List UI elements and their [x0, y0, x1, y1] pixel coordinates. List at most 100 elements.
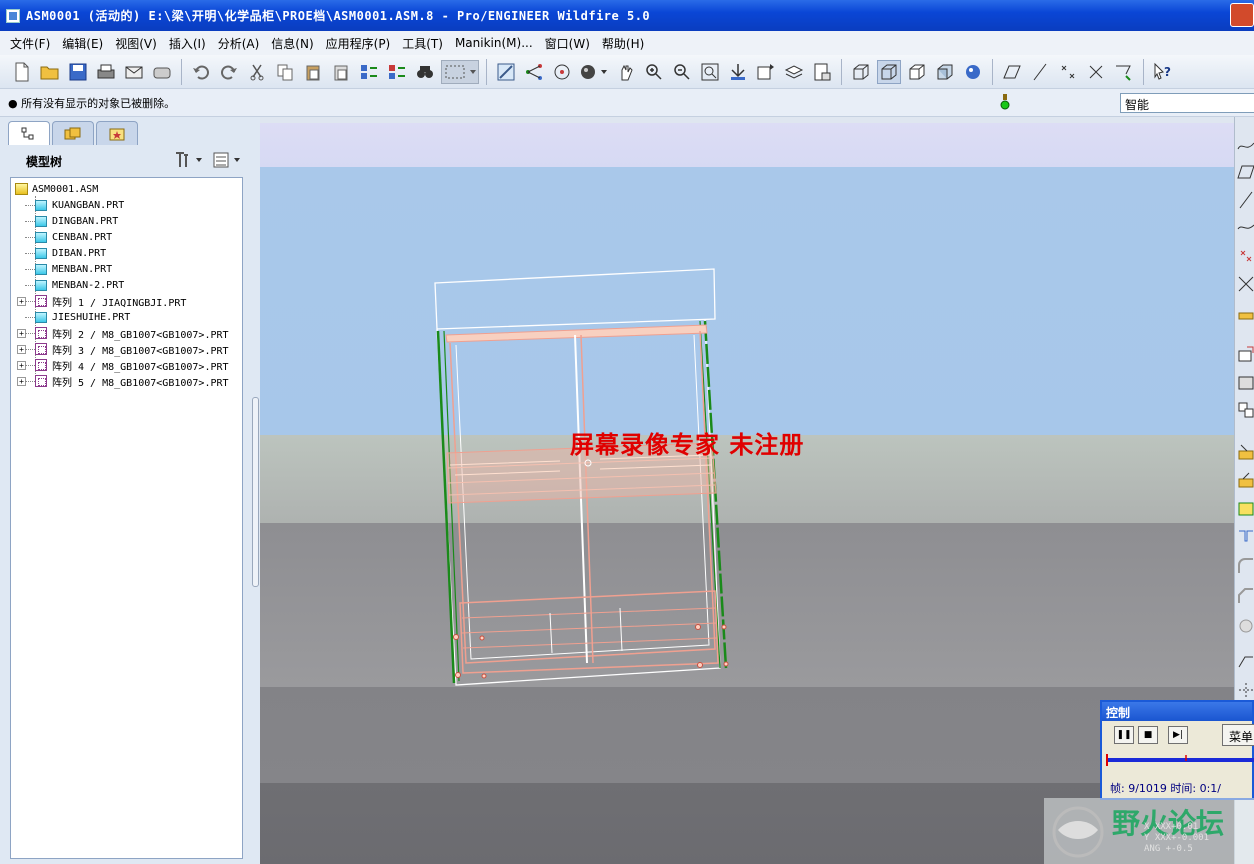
tree-settings-icon[interactable]	[174, 151, 204, 172]
spin-center-icon[interactable]	[550, 60, 574, 84]
shading-icon[interactable]	[933, 60, 957, 84]
refit-icon[interactable]	[698, 60, 722, 84]
layers-icon[interactable]	[782, 60, 806, 84]
save-icon[interactable]	[66, 60, 90, 84]
view-manager-icon[interactable]	[810, 60, 834, 84]
create-component-icon[interactable]	[1237, 373, 1254, 391]
playback-progress-track[interactable]	[1106, 754, 1254, 766]
tree-root-row[interactable]: ASM0001.ASM	[11, 181, 242, 197]
tree-item[interactable]: JIESHUIHE.PRT	[11, 309, 242, 325]
menu-manikin[interactable]: Manikin(M)...	[449, 36, 539, 50]
menu-analysis[interactable]: 分析(A)	[212, 35, 266, 52]
mirror-feature-icon[interactable]	[1237, 681, 1254, 699]
context-help-icon[interactable]: ?	[1151, 60, 1175, 84]
paste-special-icon[interactable]	[329, 60, 353, 84]
tab-folder-browser[interactable]	[52, 121, 94, 145]
menu-tools[interactable]: 工具(T)	[396, 35, 449, 52]
pattern-feature-icon[interactable]	[1237, 653, 1254, 671]
regenerate-manager-icon[interactable]	[385, 60, 409, 84]
assemble-component-icon[interactable]	[1237, 345, 1254, 363]
close-window-button[interactable]	[1230, 3, 1254, 27]
menu-window[interactable]: 窗口(W)	[539, 35, 596, 52]
datum-curve-tool-icon[interactable]	[1237, 219, 1254, 237]
datum-axis-tool-icon[interactable]	[1237, 191, 1254, 209]
display-style-sphere-icon[interactable]	[578, 60, 610, 84]
orient-mode-icon[interactable]	[522, 60, 546, 84]
menu-applications[interactable]: 应用程序(P)	[320, 35, 397, 52]
control-menu-button[interactable]: 菜单	[1222, 724, 1254, 746]
pause-button[interactable]: ❚❚	[1114, 726, 1134, 744]
tree-item[interactable]: + 阵列 3 / M8_GB1007<GB1007>.PRT	[11, 341, 242, 357]
explode-view-icon[interactable]	[1237, 499, 1254, 517]
wireframe-icon[interactable]	[849, 60, 873, 84]
hidden-line-icon[interactable]	[877, 59, 901, 84]
tree-item[interactable]: MENBAN.PRT	[11, 261, 242, 277]
tree-item[interactable]: + 阵列 4 / M8_GB1007<GB1007>.PRT	[11, 357, 242, 373]
datum-plane-tool-icon[interactable]	[1237, 163, 1254, 181]
tree-item[interactable]: DINGBAN.PRT	[11, 213, 242, 229]
datum-points-icon[interactable]	[1056, 60, 1080, 84]
tree-item[interactable]: KUANGBAN.PRT	[11, 197, 242, 213]
paste-icon[interactable]	[301, 60, 325, 84]
datum-point-tool-icon[interactable]	[1237, 247, 1254, 265]
splitter-grip[interactable]	[252, 397, 259, 587]
new-file-icon[interactable]	[10, 60, 34, 84]
toolbar-separator	[181, 58, 182, 85]
panel-splitter[interactable]	[252, 117, 260, 864]
regenerate-icon[interactable]	[357, 60, 381, 84]
copy-icon[interactable]	[273, 60, 297, 84]
send-attachment-icon[interactable]	[150, 60, 174, 84]
saved-views-icon[interactable]	[754, 60, 778, 84]
tree-item[interactable]: + 阵列 2 / M8_GB1007<GB1007>.PRT	[11, 325, 242, 341]
chamfer-feature-icon[interactable]	[1237, 587, 1254, 605]
zoom-in-icon[interactable]	[642, 60, 666, 84]
repeat-component-icon[interactable]	[1237, 401, 1254, 419]
toolbar-separator	[1143, 58, 1144, 85]
find-binoculars-icon[interactable]	[413, 60, 437, 84]
tab-model-tree[interactable]	[8, 121, 50, 145]
reorient-icon[interactable]	[726, 60, 750, 84]
selection-box-icon[interactable]	[441, 59, 479, 84]
analysis-tool-icon[interactable]	[1237, 303, 1254, 321]
cut-feature-icon[interactable]	[1237, 527, 1254, 545]
datum-axes-icon[interactable]	[1028, 60, 1052, 84]
menu-view[interactable]: 视图(V)	[109, 35, 163, 52]
tree-item[interactable]: CENBAN.PRT	[11, 229, 242, 245]
menu-info[interactable]: 信息(N)	[265, 35, 319, 52]
tree-item[interactable]: DIBAN.PRT	[11, 245, 242, 261]
annotations-icon[interactable]	[1112, 60, 1136, 84]
tree-item[interactable]: + 阵列 5 / M8_GB1007<GB1007>.PRT	[11, 373, 242, 389]
coordinate-readout: X XXX+0.01 Y XXX+-0.001 ANG +-0.5	[1144, 822, 1209, 855]
print-icon[interactable]	[94, 60, 118, 84]
repaint-icon[interactable]	[494, 60, 518, 84]
pan-hand-icon[interactable]	[614, 60, 638, 84]
redo-icon[interactable]	[217, 60, 241, 84]
drag-component-icon[interactable]	[1237, 443, 1254, 461]
open-folder-icon[interactable]	[38, 60, 62, 84]
stop-button[interactable]: ■	[1138, 726, 1158, 744]
hole-feature-icon[interactable]	[1237, 617, 1254, 635]
menu-file[interactable]: 文件(F)	[4, 35, 56, 52]
enhanced-realism-icon[interactable]	[961, 60, 985, 84]
sketch-curve-icon[interactable]	[1237, 137, 1254, 155]
cut-icon[interactable]	[245, 60, 269, 84]
tree-columns-icon[interactable]	[212, 151, 242, 172]
tree-item[interactable]: + 阵列 1 / JIAQINGBJI.PRT	[11, 293, 242, 309]
datum-planes-icon[interactable]	[1000, 60, 1024, 84]
tab-favorites[interactable]	[96, 121, 138, 145]
menu-edit[interactable]: 编辑(E)	[56, 35, 109, 52]
coordinate-system-tool-icon[interactable]	[1237, 275, 1254, 293]
next-frame-button[interactable]: ▶|	[1168, 726, 1188, 744]
selection-filter-dropdown[interactable]: 智能	[1120, 93, 1254, 113]
package-icon[interactable]	[1237, 471, 1254, 489]
coordinate-systems-icon[interactable]	[1084, 60, 1108, 84]
graphics-window[interactable]: 屏幕录像专家 未注册	[260, 123, 1234, 864]
menu-help[interactable]: 帮助(H)	[596, 35, 650, 52]
menu-insert[interactable]: 插入(I)	[163, 35, 212, 52]
round-feature-icon[interactable]	[1237, 557, 1254, 575]
zoom-out-icon[interactable]	[670, 60, 694, 84]
undo-icon[interactable]	[189, 60, 213, 84]
send-mail-icon[interactable]	[122, 60, 146, 84]
no-hidden-icon[interactable]	[905, 60, 929, 84]
tree-item[interactable]: MENBAN-2.PRT	[11, 277, 242, 293]
